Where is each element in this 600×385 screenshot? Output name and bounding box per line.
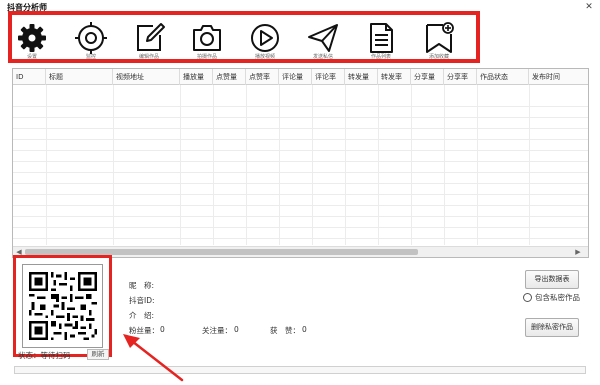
document-icon <box>370 23 393 53</box>
include-private-label: 包含私密作品 <box>535 293 580 302</box>
column-header[interactable]: 标题 <box>46 69 113 85</box>
column-header[interactable]: 评论量 <box>279 69 312 85</box>
toolbar-caption: 播放视频 <box>254 54 275 59</box>
toolbar-caption: 设置 <box>26 54 37 59</box>
play-icon <box>251 24 279 52</box>
qr-code-panel <box>13 255 112 357</box>
table-row[interactable] <box>13 195 588 206</box>
gear-icon <box>18 24 46 52</box>
add-bookmark-button[interactable] <box>421 20 457 56</box>
column-header[interactable]: 发布时间 <box>529 69 588 85</box>
table-row[interactable] <box>13 118 588 129</box>
column-header[interactable]: 播放量 <box>180 69 213 85</box>
column-header[interactable]: 转发率 <box>378 69 411 85</box>
intro-label: 介 绍: <box>129 311 155 320</box>
table-row[interactable] <box>13 96 588 107</box>
table-row[interactable] <box>13 184 588 195</box>
annotation-arrow-icon <box>123 334 184 382</box>
export-button[interactable]: 导出数据表 <box>525 270 579 289</box>
progress-bar <box>14 366 586 374</box>
toolbar-caption: 发送私信 <box>312 54 333 59</box>
column-header[interactable]: 评论率 <box>312 69 345 85</box>
settings-button[interactable] <box>14 20 50 56</box>
document-button[interactable] <box>363 20 399 56</box>
table-row[interactable] <box>13 151 588 162</box>
scroll-right-icon[interactable]: ▶ <box>573 247 583 257</box>
table-row[interactable] <box>13 217 588 228</box>
toolbar-caption: 作品列表 <box>370 54 391 59</box>
likes-label: 获 赞： <box>270 326 300 335</box>
column-header[interactable]: 转发量 <box>345 69 378 85</box>
qr-code-frame <box>22 264 103 348</box>
table-row[interactable] <box>13 228 588 239</box>
table-row[interactable] <box>13 173 588 184</box>
radio-circle-icon[interactable] <box>523 293 532 302</box>
column-header[interactable]: 点赞率 <box>246 69 279 85</box>
column-header[interactable]: 点赞量 <box>213 69 246 85</box>
toolbar-caption: 添加收藏 <box>428 54 449 59</box>
works-table[interactable]: ID 标题 视频地址 播放量 点赞量 点赞率 评论量 评论率 转发量 转发率 分… <box>12 68 589 258</box>
send-button[interactable] <box>305 20 341 56</box>
send-icon <box>308 24 338 52</box>
qr-code-icon <box>29 272 97 340</box>
add-bookmark-icon <box>426 22 454 53</box>
likes-value: 0 <box>302 325 307 334</box>
edit-icon <box>137 23 165 51</box>
nickname-label: 昵 称: <box>129 281 155 290</box>
monitor-button[interactable] <box>73 20 109 56</box>
column-header[interactable]: 作品状态 <box>477 69 529 85</box>
table-row[interactable] <box>13 162 588 173</box>
delete-private-button[interactable]: 删除私密作品 <box>525 318 579 337</box>
douyin-id-label: 抖音ID: <box>129 296 155 305</box>
toolbar-caption: 拍摄作品 <box>196 54 217 59</box>
table-header: ID 标题 视频地址 播放量 点赞量 点赞率 评论量 评论率 转发量 转发率 分… <box>13 69 588 85</box>
column-header[interactable]: 分享率 <box>444 69 477 85</box>
refresh-button[interactable]: 刷新 <box>87 349 109 360</box>
toolbar: 设置 监控 编辑作品 拍摄作品 播放视频 发送私信 作品列表 添加收藏 <box>8 11 480 63</box>
column-header[interactable]: 视频地址 <box>113 69 180 85</box>
status-text: 状态：等待扫码 <box>18 351 71 360</box>
column-header[interactable]: 分享量 <box>411 69 444 85</box>
column-header[interactable]: ID <box>13 69 46 85</box>
edit-button[interactable] <box>131 20 167 56</box>
play-button[interactable] <box>247 20 283 56</box>
toolbar-caption: 编辑作品 <box>138 54 159 59</box>
close-button[interactable]: ✕ <box>583 2 595 12</box>
table-row[interactable] <box>13 129 588 140</box>
table-row[interactable] <box>13 107 588 118</box>
table-row[interactable] <box>13 206 588 217</box>
toolbar-caption: 监控 <box>85 54 96 59</box>
target-icon <box>75 22 107 54</box>
camera-button[interactable] <box>189 20 225 56</box>
follow-value: 0 <box>234 325 239 334</box>
follow-label: 关注量： <box>202 326 232 335</box>
table-row[interactable] <box>13 140 588 151</box>
camera-icon <box>193 25 221 51</box>
